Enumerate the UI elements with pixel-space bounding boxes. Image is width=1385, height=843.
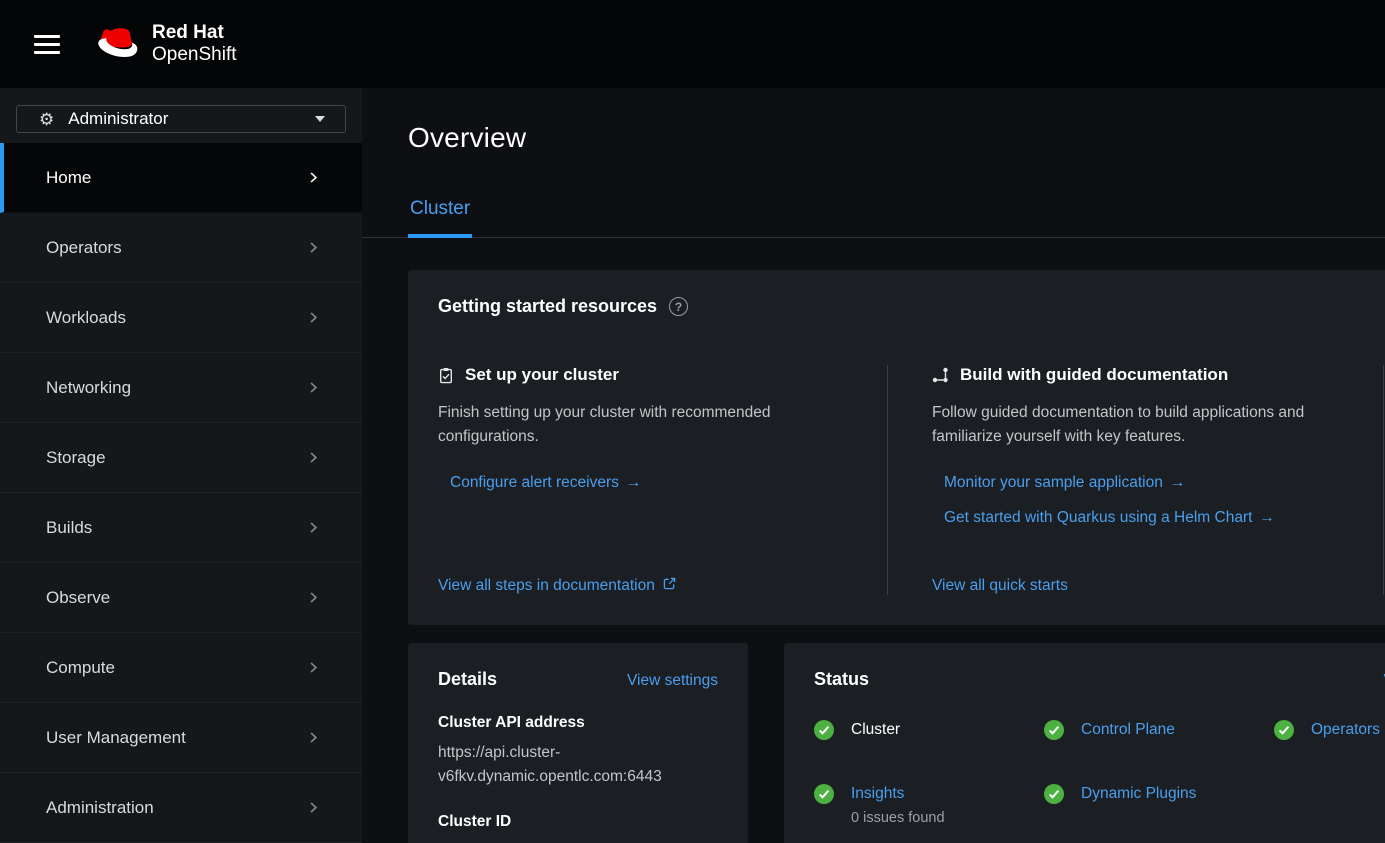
chevron-right-icon [307, 451, 320, 464]
sidebar-item-builds[interactable]: Builds [0, 493, 362, 563]
detail-field-label: Cluster ID [438, 813, 718, 831]
arrow-right-icon: → [1170, 474, 1186, 491]
chevron-right-icon [307, 591, 320, 604]
status-card: Status View alerts Cluster [784, 643, 1385, 843]
status-label-cluster: Cluster [851, 720, 900, 740]
sidebar-item-label: User Management [46, 728, 186, 748]
section-description: Follow guided documentation to build app… [932, 401, 1353, 449]
check-circle-icon [1044, 720, 1064, 740]
menu-icon[interactable] [32, 29, 62, 60]
chevron-right-icon [307, 171, 320, 184]
getting-started-section-guided: Build with guided documentation Follow g… [932, 365, 1383, 595]
sidebar-item-storage[interactable]: Storage [0, 423, 362, 493]
cluster-api-address-value: https://api.cluster-v6fkv.dynamic.opentl… [438, 741, 718, 789]
status-item-insights: Insights 0 issues found [814, 784, 1044, 828]
sidebar-item-workloads[interactable]: Workloads [0, 283, 362, 353]
monitor-sample-application-link[interactable]: Monitor your sample application→ [944, 474, 1353, 492]
sidebar-item-observe[interactable]: Observe [0, 563, 362, 633]
chevron-right-icon [307, 241, 320, 254]
section-title: Build with guided documentation [960, 365, 1228, 385]
chevron-down-icon [315, 116, 325, 122]
sidebar-item-administration[interactable]: Administration [0, 773, 362, 843]
sidebar-item-operators[interactable]: Operators [0, 213, 362, 283]
brand: Red Hat OpenShift [94, 22, 237, 67]
sidebar-item-label: Administration [46, 798, 154, 818]
arrow-right-icon: → [1259, 509, 1275, 526]
red-hat-logo-icon [94, 28, 140, 60]
column-divider [887, 365, 888, 595]
status-link-dynamic-plugins[interactable]: Dynamic Plugins [1081, 784, 1196, 804]
page-title: Overview [408, 122, 1339, 154]
status-link-operators[interactable]: Operators [1311, 720, 1380, 740]
details-title: Details [438, 669, 497, 690]
chevron-right-icon [307, 521, 320, 534]
brand-text: Red Hat OpenShift [152, 22, 237, 67]
guided-documentation-icon [932, 367, 949, 383]
sidebar-item-user-management[interactable]: User Management [0, 703, 362, 773]
chevron-right-icon [307, 311, 320, 324]
brand-line1: Red Hat [152, 22, 237, 44]
check-circle-icon [814, 720, 834, 740]
gear-icon: ⚙ [39, 111, 54, 128]
sidebar-item-compute[interactable]: Compute [0, 633, 362, 703]
perspective-label: Administrator [68, 109, 168, 129]
view-all-steps-link[interactable]: View all steps in documentation [438, 555, 857, 595]
tab-bar: Cluster [362, 178, 1385, 238]
sidebar: ⚙ Administrator Home Operators Workloads [0, 88, 362, 843]
sidebar-item-label: Compute [46, 658, 115, 678]
getting-started-title: Getting started resources [438, 296, 657, 317]
getting-started-card: Getting started resources ? Set up your … [408, 270, 1385, 625]
chevron-right-icon [307, 661, 320, 674]
insights-issues-count: 0 issues found [851, 809, 945, 828]
check-circle-icon [814, 784, 834, 804]
tasks-icon [438, 367, 454, 384]
configure-alert-receivers-link[interactable]: Configure alert receivers→ [450, 474, 857, 492]
brand-line2: OpenShift [152, 44, 237, 66]
status-link-insights[interactable]: Insights [851, 785, 904, 802]
sidebar-item-label: Operators [46, 238, 122, 258]
overview-content: Getting started resources ? Set up your … [362, 238, 1385, 843]
app-shell: ⚙ Administrator Home Operators Workloads [0, 88, 1385, 843]
tab-cluster[interactable]: Cluster [408, 178, 472, 238]
external-link-icon [663, 577, 676, 595]
status-grid: Cluster Control Plane [814, 720, 1385, 828]
detail-field-label: Cluster API address [438, 714, 718, 732]
getting-started-section-setup: Set up your cluster Finish setting up yo… [438, 365, 887, 595]
status-item-dynamic-plugins: Dynamic Plugins [1044, 784, 1274, 828]
status-item-operators: Operators [1274, 720, 1385, 740]
app-root: Red Hat OpenShift ⚙ Administrator Home O… [0, 0, 1385, 843]
sidebar-item-label: Networking [46, 378, 131, 398]
sidebar-item-label: Storage [46, 448, 106, 468]
status-link-control-plane[interactable]: Control Plane [1081, 720, 1175, 740]
quarkus-helm-chart-link[interactable]: Get started with Quarkus using a Helm Ch… [944, 509, 1353, 527]
status-item-cluster: Cluster [814, 720, 1044, 740]
main-content: Overview Cluster Getting started resourc… [362, 88, 1385, 843]
arrow-right-icon: → [626, 474, 642, 491]
perspective-switcher[interactable]: ⚙ Administrator [16, 105, 346, 133]
section-title: Set up your cluster [465, 365, 619, 385]
sidebar-item-label: Home [46, 168, 91, 188]
status-item-control-plane: Control Plane [1044, 720, 1274, 740]
section-description: Finish setting up your cluster with reco… [438, 401, 857, 449]
details-card: Details View settings Cluster API addres… [408, 643, 748, 843]
sidebar-item-home[interactable]: Home [0, 143, 362, 213]
sidebar-item-networking[interactable]: Networking [0, 353, 362, 423]
chevron-right-icon [307, 731, 320, 744]
chevron-right-icon [307, 381, 320, 394]
chevron-right-icon [307, 801, 320, 814]
sidebar-item-label: Workloads [46, 308, 126, 328]
sidebar-item-label: Builds [46, 518, 92, 538]
sidebar-nav: Home Operators Workloads Networking Stor… [0, 143, 362, 843]
app-header: Red Hat OpenShift [0, 0, 1385, 88]
check-circle-icon [1044, 784, 1064, 804]
check-circle-icon [1274, 720, 1294, 740]
sidebar-item-label: Observe [46, 588, 110, 608]
view-all-quick-starts-link[interactable]: View all quick starts [932, 555, 1353, 595]
status-title: Status [814, 669, 869, 690]
view-settings-link[interactable]: View settings [627, 672, 718, 690]
help-icon[interactable]: ? [669, 297, 688, 316]
